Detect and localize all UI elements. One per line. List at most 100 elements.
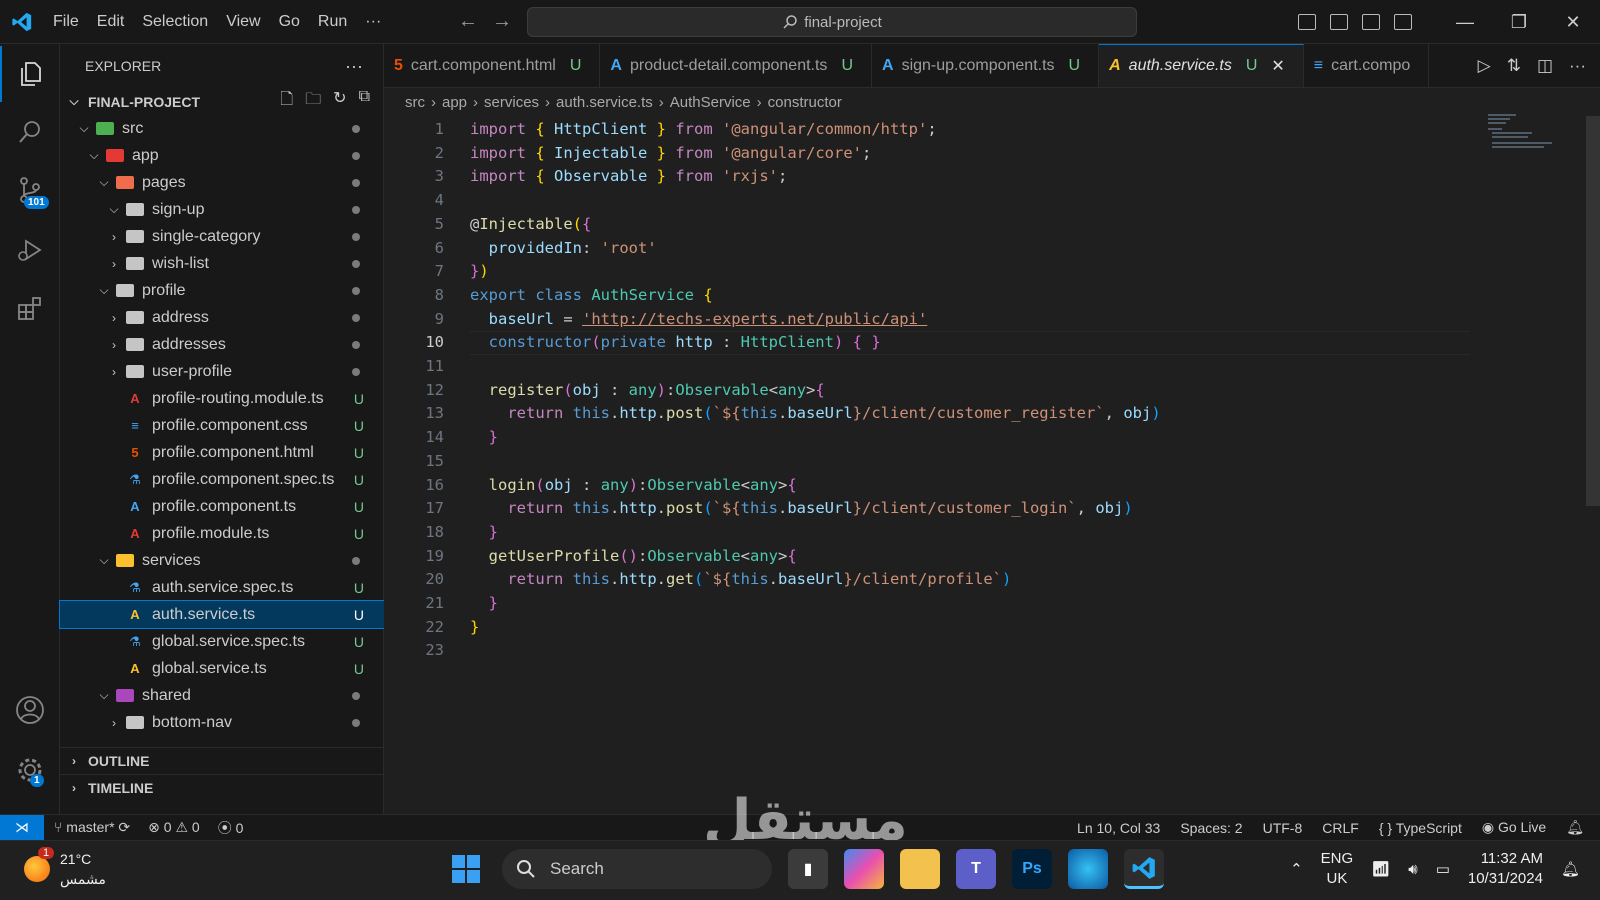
editor-tab[interactable]: ≡ cart.compo <box>1304 44 1430 87</box>
editor-tab[interactable]: Aauth.service.ts U ✕ <box>1099 44 1304 87</box>
menu-go[interactable]: Go <box>270 13 309 31</box>
breadcrumb-item[interactable]: auth.service.ts <box>556 94 653 111</box>
editor-scrollbar[interactable] <box>1586 116 1600 506</box>
menu-view[interactable]: View <box>217 13 269 31</box>
tree-item[interactable]: Aprofile.component.ts U <box>60 493 384 520</box>
explorer-more-icon[interactable]: ··· <box>345 56 363 77</box>
refresh-icon[interactable]: ↻ <box>333 88 346 115</box>
tree-item[interactable]: ⚗ global.service.spec.ts U <box>60 628 384 655</box>
tree-item[interactable]: Aprofile-routing.module.ts U <box>60 385 384 412</box>
customize-layout-icon[interactable] <box>1394 14 1412 30</box>
extensions-icon[interactable] <box>0 280 60 336</box>
back-arrow-icon[interactable]: ← <box>458 10 478 33</box>
volume-icon[interactable]: 🔊︎ <box>1408 861 1417 878</box>
weather-widget[interactable]: 1 21°C مشمس <box>24 847 106 889</box>
menu-edit[interactable]: Edit <box>88 13 134 31</box>
minimize-button[interactable]: — <box>1438 12 1492 33</box>
breadcrumb-item[interactable]: constructor <box>768 94 842 111</box>
tree-item[interactable]: › user-profile <box>60 358 384 385</box>
problems-status[interactable]: ⊗ 0 ⚠ 0 <box>148 819 200 836</box>
source-control-icon[interactable]: 101 <box>0 162 60 218</box>
explorer-icon[interactable] <box>0 46 60 102</box>
tree-item[interactable]: ⌵ profile <box>60 277 384 304</box>
compare-changes-icon[interactable]: ⇅ <box>1507 56 1521 76</box>
tree-item[interactable]: › address <box>60 304 384 331</box>
start-button[interactable] <box>446 849 486 889</box>
tree-item[interactable]: › bottom-nav <box>60 709 384 736</box>
tree-item[interactable]: Aglobal.service.ts U <box>60 655 384 682</box>
command-center[interactable]: final-project <box>527 7 1137 37</box>
collapse-all-icon[interactable]: ⧉ <box>359 88 370 115</box>
teams-icon[interactable]: T <box>956 849 996 889</box>
editor-tab[interactable]: Aproduct-detail.component.ts U <box>600 44 872 87</box>
breadcrumb-item[interactable]: app <box>442 94 467 111</box>
photoshop-icon[interactable]: Ps <box>1012 849 1052 889</box>
indentation[interactable]: Spaces: 2 <box>1180 820 1242 836</box>
forward-arrow-icon[interactable]: → <box>492 10 512 33</box>
go-live[interactable]: ◉ Go Live <box>1482 819 1546 836</box>
editor-tab[interactable]: 5 cart.component.html U <box>384 44 601 87</box>
branch-status[interactable]: ⑂ master* ⟳ <box>54 819 130 836</box>
menu-more[interactable]: ··· <box>356 13 390 31</box>
tree-item[interactable]: ⌵ pages <box>60 169 384 196</box>
accounts-icon[interactable] <box>0 682 60 738</box>
tree-item[interactable]: ⌵ services <box>60 547 384 574</box>
taskbar-search[interactable]: Search <box>502 849 772 889</box>
tree-item[interactable]: ⌵ app <box>60 142 384 169</box>
chevron-up-icon[interactable]: ⌃ <box>1290 860 1303 878</box>
run-icon[interactable]: ▷ <box>1478 56 1491 76</box>
tree-item[interactable]: › wish-list <box>60 250 384 277</box>
tree-item[interactable]: Aauth.service.ts U <box>59 600 385 629</box>
split-editor-icon[interactable]: ◫ <box>1537 56 1553 76</box>
search-icon[interactable] <box>0 104 60 160</box>
wifi-icon[interactable]: 📶︎ <box>1371 860 1390 878</box>
notifications-bell-icon[interactable]: 🔔︎ <box>1566 819 1584 836</box>
new-folder-icon[interactable]: 🗀 <box>305 88 321 115</box>
close-window-button[interactable]: ✕ <box>1546 12 1600 33</box>
toggle-primary-sidebar-icon[interactable] <box>1298 14 1316 30</box>
copilot-icon[interactable] <box>844 849 884 889</box>
menu-file[interactable]: File <box>44 13 88 31</box>
manage-gear-icon[interactable]: 1 <box>0 742 60 798</box>
toggle-panel-icon[interactable] <box>1330 14 1348 30</box>
remote-indicator-icon[interactable]: ⋊ <box>0 814 44 841</box>
vscode-taskbar-icon[interactable] <box>1124 849 1164 889</box>
breadcrumb-item[interactable]: AuthService <box>670 94 751 111</box>
close-tab-icon[interactable]: ✕ <box>1271 56 1284 76</box>
timeline-section[interactable]: › TIMELINE <box>60 774 384 801</box>
tree-item[interactable]: Aprofile.module.ts U <box>60 520 384 547</box>
toggle-secondary-sidebar-icon[interactable] <box>1362 14 1380 30</box>
run-debug-icon[interactable] <box>0 222 60 278</box>
workspace-root[interactable]: ⌵ FINAL-PROJECT 🗋 🗀 ↻ ⧉ <box>60 88 384 115</box>
tree-item[interactable]: ⌵ sign-up <box>60 196 384 223</box>
outline-section[interactable]: › OUTLINE <box>60 747 384 774</box>
breadcrumb-item[interactable]: services <box>484 94 539 111</box>
line-endings[interactable]: CRLF <box>1322 820 1359 836</box>
cursor-position[interactable]: Ln 10, Col 33 <box>1077 820 1160 836</box>
language-indicator[interactable]: ENG UK <box>1321 849 1354 889</box>
tree-item[interactable]: ⚗ auth.service.spec.ts U <box>60 574 384 601</box>
battery-icon[interactable]: ▭ <box>1436 860 1450 878</box>
editor-tab[interactable]: Asign-up.component.ts U <box>872 44 1100 87</box>
breadcrumb-item[interactable]: src <box>405 94 425 111</box>
ports-status[interactable]: ⦿ 0 <box>218 818 244 838</box>
menu-selection[interactable]: Selection <box>133 13 217 31</box>
task-view-icon[interactable]: ▮ <box>788 849 828 889</box>
tree-item[interactable]: › addresses <box>60 331 384 358</box>
more-actions-icon[interactable]: ··· <box>1569 56 1586 76</box>
clock[interactable]: 11:32 AM 10/31/2024 <box>1468 849 1543 889</box>
tree-item[interactable]: ⚗ profile.component.spec.ts U <box>60 466 384 493</box>
encoding[interactable]: UTF-8 <box>1263 820 1303 836</box>
file-explorer-icon[interactable] <box>900 849 940 889</box>
tree-item[interactable]: 5 profile.component.html U <box>60 439 384 466</box>
restore-button[interactable]: ❐ <box>1492 12 1546 33</box>
tree-item[interactable]: ⌵ src <box>60 115 384 142</box>
tree-item[interactable]: ≡ profile.component.css U <box>60 412 384 439</box>
language-mode[interactable]: { } TypeScript <box>1379 820 1462 836</box>
minimap[interactable] <box>1488 114 1552 154</box>
notifications-icon[interactable]: 🔔︎ <box>1561 860 1580 878</box>
edge-icon[interactable] <box>1068 849 1108 889</box>
new-file-icon[interactable]: 🗋 <box>280 88 293 115</box>
tree-item[interactable]: ⌵ shared <box>60 682 384 709</box>
menu-run[interactable]: Run <box>309 13 356 31</box>
